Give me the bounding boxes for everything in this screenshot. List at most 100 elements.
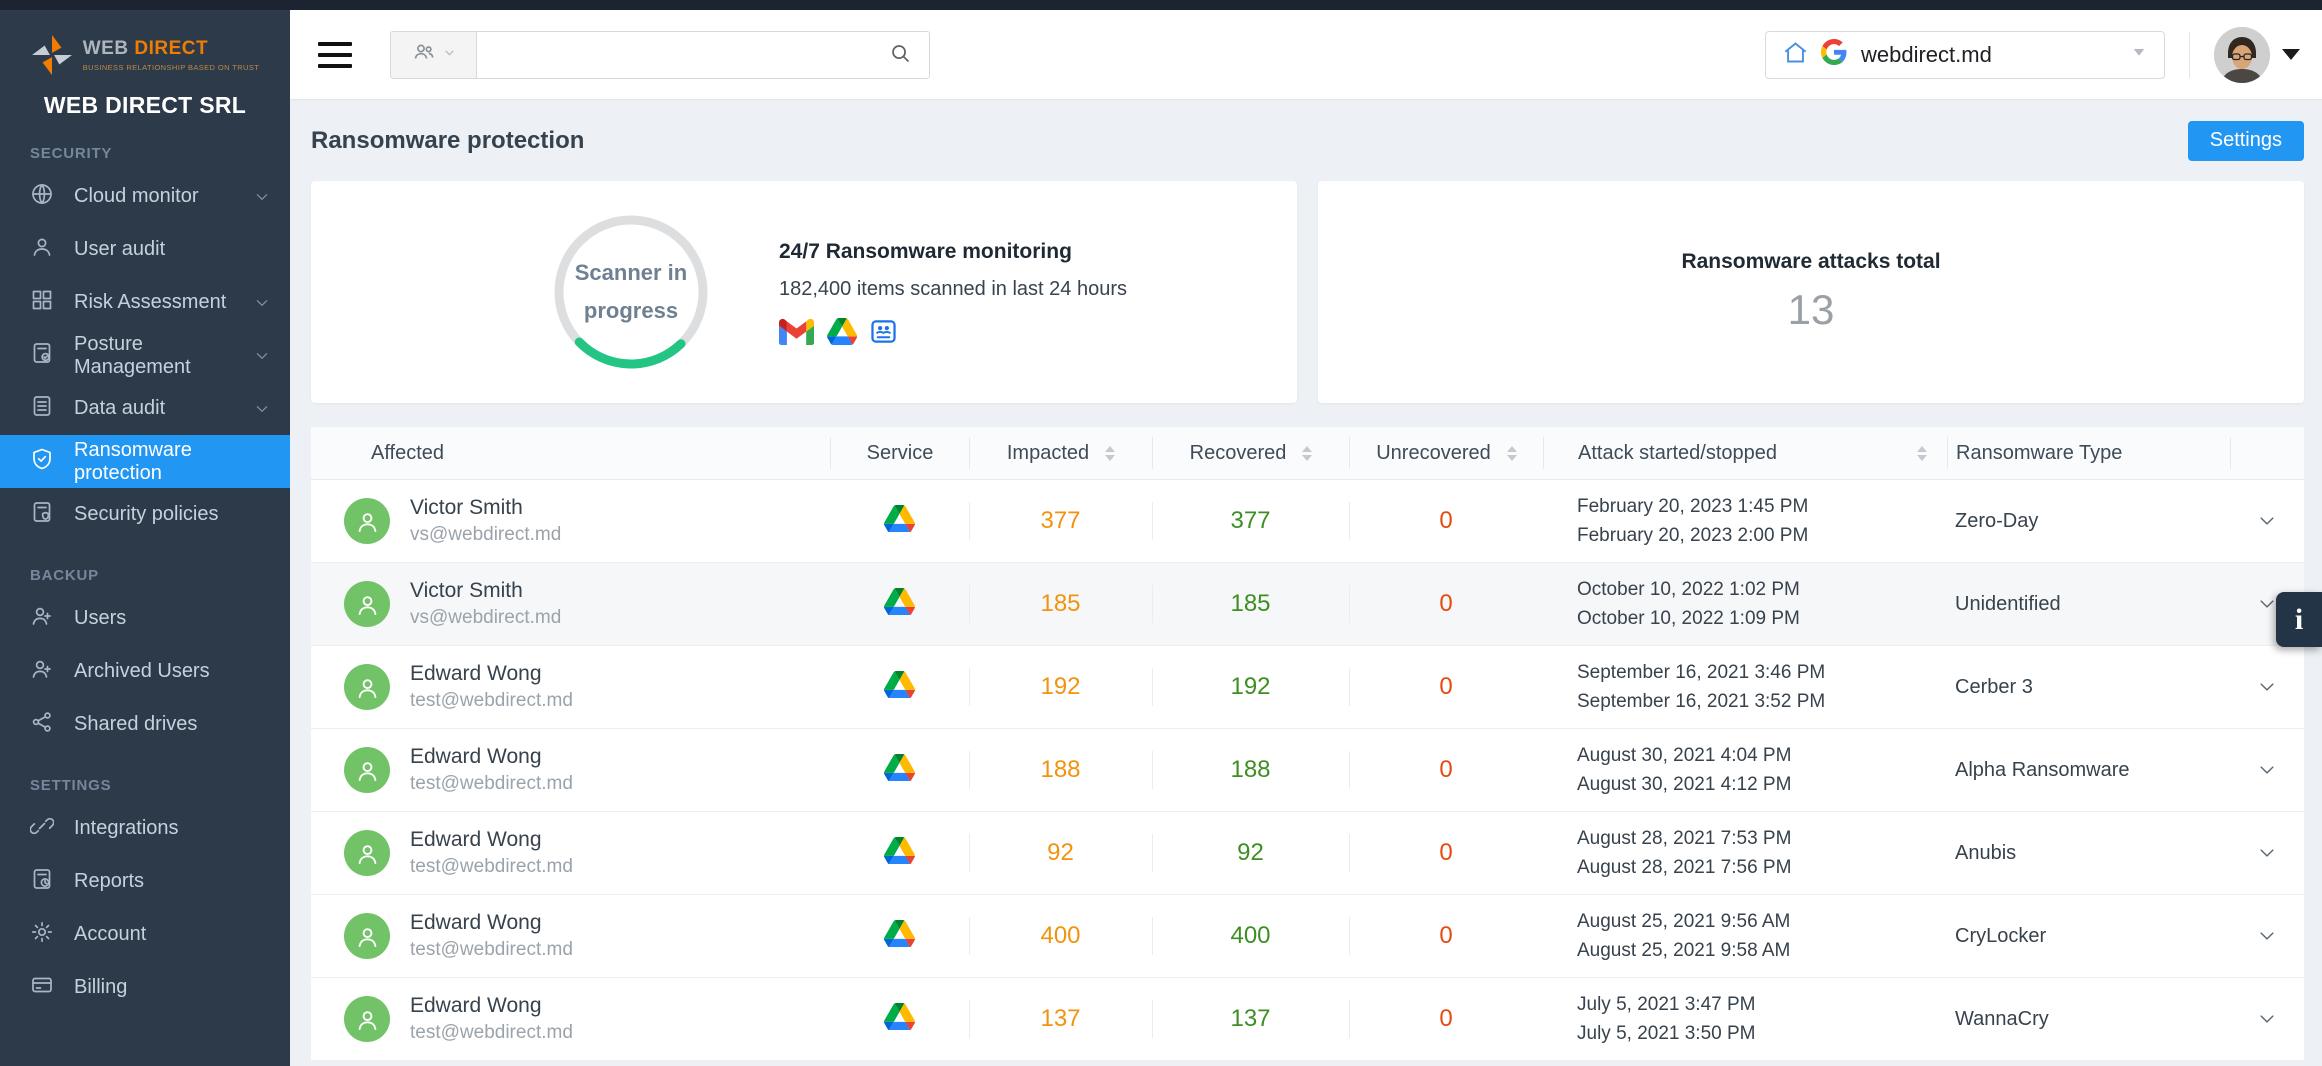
row-expand-chevron[interactable] [2230,812,2304,894]
search-icon [889,42,912,68]
info-edge-tab[interactable]: i [2276,592,2322,647]
affected-user-cell: Edward Wong test@webdirect.md [311,895,830,977]
users-icon [412,40,436,69]
sidebar-item-reports[interactable]: Reports [0,855,290,908]
affected-user-cell: Victor Smith vs@webdirect.md [311,480,830,562]
user-icon [30,235,74,265]
unrecovered-count: 0 [1349,480,1543,562]
sidebar-item-cloud-monitor[interactable]: Cloud monitor [0,170,290,223]
column-header-service: Service [830,437,969,468]
google-logo-icon [1821,39,1847,70]
row-expand-chevron[interactable] [2230,978,2304,1060]
search-input[interactable] [477,32,871,78]
monitoring-card: Scanner in progress 24/7 Ransomware moni… [311,181,1297,403]
gmail-icon [779,318,814,345]
sidebar-item-integrations[interactable]: Integrations [0,802,290,855]
sidebar-item-risk-assessment[interactable]: Risk Assessment [0,276,290,329]
recovered-count: 377 [1152,480,1349,562]
service-cell [830,978,969,1060]
unrecovered-count: 0 [1349,729,1543,811]
shared-drives-icon [870,318,897,345]
chevron-down-icon [254,401,270,417]
user-email: test@webdirect.md [410,939,573,961]
table-row[interactable]: Edward Wong test@webdirect.md 137 137 0 … [311,978,2304,1061]
row-expand-chevron[interactable] [2230,480,2304,562]
attack-stopped: February 20, 2023 2:00 PM [1577,525,1808,547]
hamburger-menu-icon[interactable] [318,42,352,68]
user-avatar [344,913,390,959]
global-search [390,31,930,79]
attack-stopped: October 10, 2022 1:09 PM [1577,608,1800,630]
sidebar-item-ransomware-protection[interactable]: Ransomware protection [0,435,290,488]
shield-check-icon [30,447,74,477]
table-row[interactable]: Edward Wong test@webdirect.md 400 400 0 … [311,895,2304,978]
google-drive-icon [884,1003,915,1036]
column-header-attack-dates[interactable]: Attack started/stopped [1543,437,1947,468]
domain-selector[interactable]: webdirect.md [1765,31,2165,79]
row-expand-chevron[interactable] [2230,729,2304,811]
avatar [2214,27,2270,83]
search-button[interactable] [871,32,929,78]
attacks-total-value: 13 [1788,286,1835,334]
sidebar-item-label: Archived Users [74,660,210,683]
impacted-count: 137 [969,978,1152,1060]
sidebar-item-account[interactable]: Account [0,908,290,961]
sort-icon[interactable] [1507,446,1517,461]
attack-stopped: August 30, 2021 4:12 PM [1577,774,1791,796]
search-scope-dropdown[interactable] [391,32,477,78]
sidebar-item-archived-users[interactable]: Archived Users [0,645,290,698]
impacted-count: 377 [969,480,1152,562]
row-expand-chevron[interactable] [2230,646,2304,728]
sidebar-item-label: Ransomware protection [74,439,270,485]
attack-dates-cell: July 5, 2021 3:47 PM July 5, 2021 3:50 P… [1543,978,1947,1060]
home-icon [1782,39,1809,71]
sidebar-item-shared-drives[interactable]: Shared drives [0,698,290,751]
ransomware-type-cell: Cerber 3 [1947,646,2230,728]
column-header-type: Ransomware Type [1947,437,2230,468]
impacted-count: 192 [969,646,1152,728]
settings-button[interactable]: Settings [2188,121,2304,161]
sort-icon[interactable] [1917,446,1927,461]
doc-list-icon [30,394,74,424]
sidebar-item-billing[interactable]: Billing [0,961,290,1014]
current-domain: webdirect.md [1861,42,1992,68]
page-title: Ransomware protection [311,127,584,155]
sidebar-item-label: Users [74,607,126,630]
sidebar-item-label: Account [74,923,146,946]
sort-icon[interactable] [1302,446,1312,461]
google-drive-icon [884,671,915,704]
sidebar-item-users[interactable]: Users [0,592,290,645]
impacted-count: 188 [969,729,1152,811]
sidebar-item-data-audit[interactable]: Data audit [0,382,290,435]
table-row[interactable]: Edward Wong test@webdirect.md 192 192 0 … [311,646,2304,729]
user-avatar [344,581,390,627]
google-drive-icon [884,588,915,621]
table-row[interactable]: Edward Wong test@webdirect.md 188 188 0 … [311,729,2304,812]
sidebar-item-security-policies[interactable]: Security policies [0,488,290,541]
user-avatar [344,498,390,544]
table-row[interactable]: Edward Wong test@webdirect.md 92 92 0 Au… [311,812,2304,895]
sidebar-item-posture-management[interactable]: Posture Management [0,329,290,382]
row-expand-chevron[interactable] [2230,895,2304,977]
column-header-unrecovered[interactable]: Unrecovered [1349,437,1543,468]
user-avatar [344,664,390,710]
sidebar: WEB DIRECT BUSINESS RELATIONSHIP BASED O… [0,0,290,1066]
sidebar-item-label: Security policies [74,503,219,526]
table-row[interactable]: Victor Smith vs@webdirect.md 185 185 0 O… [311,563,2304,646]
attack-started: August 28, 2021 7:53 PM [1577,828,1791,850]
attack-started: September 16, 2021 3:46 PM [1577,662,1825,684]
column-header-recovered[interactable]: Recovered [1152,437,1349,468]
attacks-total-card: Ransomware attacks total 13 [1318,181,2304,403]
table-row[interactable]: Victor Smith vs@webdirect.md 377 377 0 F… [311,480,2304,563]
sidebar-item-label: Cloud monitor [74,185,199,208]
credit-card-icon [30,973,74,1003]
chevron-down-icon [254,348,270,364]
service-cell [830,895,969,977]
sort-icon[interactable] [1105,446,1115,461]
user-avatar [344,747,390,793]
sidebar-item-user-audit[interactable]: User audit [0,223,290,276]
chevron-down-icon [254,189,270,205]
ransomware-type-cell: WannaCry [1947,978,2230,1060]
column-header-impacted[interactable]: Impacted [969,437,1152,468]
user-menu[interactable] [2214,27,2300,83]
